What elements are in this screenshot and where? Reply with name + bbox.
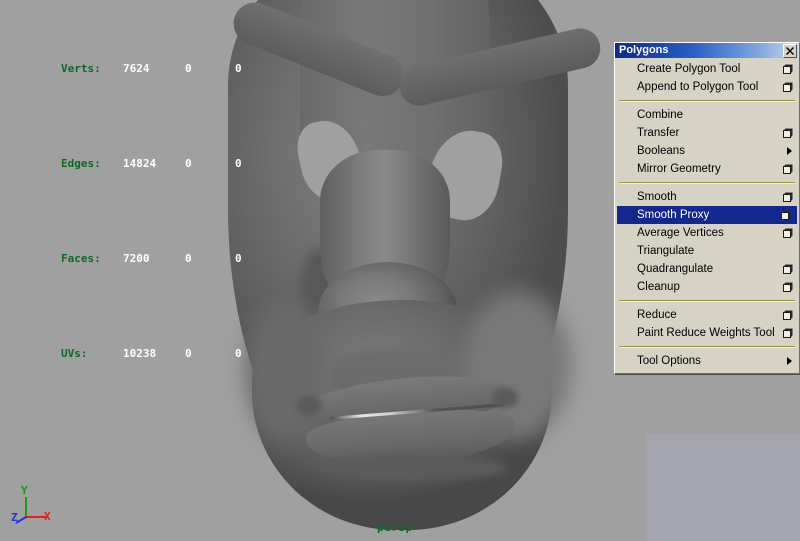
option-box-icon[interactable] <box>783 328 793 338</box>
close-button[interactable] <box>783 43 797 58</box>
hud-selected: 0 <box>184 157 192 170</box>
menu-item-mirror-geometry[interactable]: Mirror Geometry <box>615 160 799 178</box>
option-box-icon[interactable] <box>781 210 791 220</box>
axis-label-z: Z <box>11 511 18 524</box>
hud-selected: 0 <box>184 62 192 75</box>
menu-title: Polygons <box>619 44 669 56</box>
menu-item-label: Combine <box>637 109 684 121</box>
hud-row: Faces: 7200 0 0 <box>8 230 242 287</box>
option-box-icon[interactable] <box>783 192 793 202</box>
menu-separator <box>619 182 795 184</box>
view-name-label: persp <box>377 521 413 534</box>
hud-row: Edges: 14824 0 0 <box>8 135 242 192</box>
menu-item-label: Mirror Geometry <box>637 163 721 175</box>
hud-total: 10238 <box>122 347 157 360</box>
menu-item-label: Smooth Proxy <box>637 209 710 221</box>
hud-row: Verts: 7624 0 0 <box>8 40 242 97</box>
option-box-icon[interactable] <box>783 228 793 238</box>
menu-titlebar[interactable]: Polygons <box>615 43 799 58</box>
polygons-tearoff-menu[interactable]: Polygons Create Polygon Tool Append to Po… <box>614 42 800 374</box>
menu-item-label: Paint Reduce Weights Tool <box>637 327 775 339</box>
menu-item-label: Tool Options <box>637 355 701 367</box>
menu-item-label: Append to Polygon Tool <box>637 81 759 93</box>
axis-orientation-gizmo: Y X Z <box>8 484 64 535</box>
menu-separator <box>619 346 795 348</box>
poly-count-heads-up-display: Verts: 7624 0 0 Edges: 14824 0 0 Faces: 7200 0 0 … <box>8 2 242 420</box>
axis-label-x: X <box>44 510 51 523</box>
menu-item-label: Smooth <box>637 191 677 203</box>
menu-item-paint-reduce-weights-tool[interactable]: Paint Reduce Weights Tool <box>615 324 799 342</box>
hud-total: 7200 <box>122 252 150 265</box>
menu-item-average-vertices[interactable]: Average Vertices <box>615 224 799 242</box>
hud-extra: 0 <box>234 252 242 265</box>
menu-item-smooth-proxy[interactable]: Smooth Proxy <box>617 206 797 224</box>
menu-item-transfer[interactable]: Transfer <box>615 124 799 142</box>
chin-crease <box>318 455 508 481</box>
menu-item-triangulate[interactable]: Triangulate <box>615 242 799 260</box>
hud-selected: 0 <box>184 347 192 360</box>
viewport-ghost-region <box>646 434 800 541</box>
hud-extra: 0 <box>234 157 242 170</box>
menu-item-reduce[interactable]: Reduce <box>615 306 799 324</box>
menu-item-label: Transfer <box>637 127 680 139</box>
menu-separator <box>619 300 795 302</box>
option-box-icon[interactable] <box>783 128 793 138</box>
option-box-icon[interactable] <box>783 264 793 274</box>
menu-item-label: Triangulate <box>637 245 695 257</box>
hud-label: Verts: <box>60 62 101 75</box>
menu-item-label: Reduce <box>637 309 677 321</box>
menu-item-append-to-polygon-tool[interactable]: Append to Polygon Tool <box>615 78 799 96</box>
mouth-corner-left <box>296 396 322 416</box>
menu-item-combine[interactable]: Combine <box>615 106 799 124</box>
menu-item-list: Create Polygon Tool Append to Polygon Too… <box>615 58 799 373</box>
menu-item-label: Cleanup <box>637 281 680 293</box>
option-box-icon[interactable] <box>783 64 793 74</box>
menu-item-create-polygon-tool[interactable]: Create Polygon Tool <box>615 60 799 78</box>
hud-extra: 0 <box>234 347 242 360</box>
option-box-icon[interactable] <box>783 310 793 320</box>
close-icon <box>786 46 794 55</box>
hud-total: 7624 <box>122 62 150 75</box>
menu-item-quadrangulate[interactable]: Quadrangulate <box>615 260 799 278</box>
hud-total: 14824 <box>122 157 157 170</box>
hud-label: Edges: <box>60 157 101 170</box>
hud-row: UVs: 10238 0 0 <box>8 325 242 382</box>
hud-selected: 0 <box>184 252 192 265</box>
menu-item-cleanup[interactable]: Cleanup <box>615 278 799 296</box>
hud-label: UVs: <box>60 347 88 360</box>
axis-gizmo-lines <box>15 497 46 524</box>
menu-item-label: Quadrangulate <box>637 263 714 275</box>
menu-separator <box>619 100 795 102</box>
axis-label-y: Y <box>21 484 28 497</box>
menu-item-label: Create Polygon Tool <box>637 63 741 75</box>
menu-item-label: Average Vertices <box>637 227 724 239</box>
mouth-corner-right <box>492 388 518 408</box>
menu-item-label: Booleans <box>637 145 685 157</box>
option-box-icon[interactable] <box>783 164 793 174</box>
maya-application-window: Verts: 7624 0 0 Edges: 14824 0 0 Faces: 7200 0 0 … <box>0 0 800 541</box>
submenu-arrow-icon <box>787 357 792 365</box>
submenu-arrow-icon <box>787 147 792 155</box>
hud-label: Faces: <box>60 252 101 265</box>
menu-item-tool-options[interactable]: Tool Options <box>615 352 799 370</box>
option-box-icon[interactable] <box>783 82 793 92</box>
option-box-icon[interactable] <box>783 282 793 292</box>
menu-item-booleans[interactable]: Booleans <box>615 142 799 160</box>
hud-extra: 0 <box>234 62 242 75</box>
menu-item-smooth[interactable]: Smooth <box>615 188 799 206</box>
